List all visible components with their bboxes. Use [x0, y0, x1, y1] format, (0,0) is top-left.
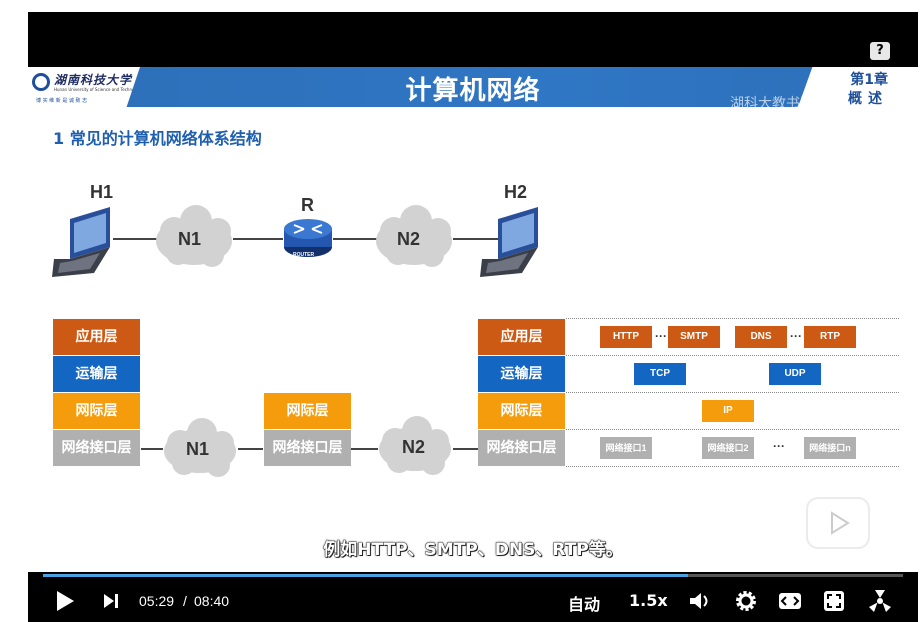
progress-fill [43, 574, 688, 577]
player-controls: 05:29 / 08:40 自动 1.5x [28, 572, 918, 622]
topology-diagram [52, 205, 538, 277]
h2-transport-layer: 运输层 [478, 356, 565, 392]
divider [566, 318, 899, 319]
chapter-name: 概述 [848, 91, 888, 107]
fullscreen-icon[interactable] [823, 590, 845, 612]
help-icon[interactable]: ? [870, 42, 890, 60]
volume-icon[interactable] [688, 590, 712, 612]
danmaku-icon[interactable] [868, 589, 892, 613]
cloud-n1-label: N1 [178, 229, 202, 249]
cloud-n2-label: N2 [397, 229, 421, 249]
protocol-dns: DNS [735, 326, 787, 348]
divider [566, 429, 899, 430]
total-time: 08:40 [194, 593, 230, 609]
host-h1-label: H1 [90, 182, 114, 202]
protocol-rtp: RTP [804, 326, 856, 348]
cloud-n1-bottom-label: N1 [186, 439, 210, 459]
video-player[interactable]: ? 湖南科技大学 Hunan University of Science and… [28, 12, 918, 622]
h1-internet-layer: 网际层 [53, 393, 140, 429]
interface-n: 网络接口n [804, 437, 856, 459]
h2-internet-layer: 网际层 [478, 393, 565, 429]
host-h2-label: H2 [504, 182, 528, 202]
interface-2: 网络接口2 [702, 437, 754, 459]
laptop-h1-icon [52, 207, 110, 277]
laptop-h2-icon [480, 207, 538, 277]
slide-banner: 湖南科技大学 Hunan University of Science and T… [28, 67, 918, 112]
speed-button[interactable]: 1.5x [629, 591, 668, 610]
ellipsis: ··· [773, 439, 785, 453]
ellipsis: ··· [655, 329, 667, 343]
protocol-http: HTTP [600, 326, 652, 348]
quality-button[interactable]: 自动 [568, 591, 600, 615]
divider [566, 392, 899, 393]
chapter-number: 第1章 [850, 72, 888, 88]
router-label: R [301, 195, 314, 215]
progress-bar[interactable] [43, 574, 903, 577]
cloud-n2-bottom-label: N2 [402, 437, 426, 457]
h2-application-layer: 应用层 [478, 319, 565, 355]
protocol-udp: UDP [769, 363, 821, 385]
h2-interface-layer: 网络接口层 [478, 430, 565, 466]
play-icon[interactable] [54, 590, 76, 612]
divider [566, 466, 899, 467]
next-icon[interactable] [102, 592, 120, 610]
time-separator: / [183, 593, 187, 609]
h1-interface-layer: 网络接口层 [53, 430, 140, 466]
settings-icon[interactable] [734, 589, 758, 613]
h1-application-layer: 应用层 [53, 319, 140, 355]
section-title: 1 常见的计算机网络体系结构 [53, 129, 262, 148]
protocol-tcp: TCP [634, 363, 686, 385]
video-subtitle: 例如HTTP、SMTP、DNS、RTP等。 [323, 540, 623, 561]
router-caption: ROUTER [293, 252, 315, 258]
router-interface-layer: 网络接口层 [264, 430, 351, 466]
h1-transport-layer: 运输层 [53, 356, 140, 392]
protocol-ip: IP [702, 400, 754, 422]
current-time: 05:29 [139, 593, 175, 609]
router-internet-layer: 网际层 [264, 393, 351, 429]
protocol-smtp: SMTP [668, 326, 720, 348]
divider [566, 355, 899, 356]
lecture-slide: 湖南科技大学 Hunan University of Science and T… [28, 67, 918, 582]
ellipsis: ··· [790, 329, 802, 343]
chapter-box: 第1章 概述 [798, 67, 918, 107]
interface-1: 网络接口1 [600, 437, 652, 459]
widescreen-icon[interactable] [778, 591, 802, 611]
